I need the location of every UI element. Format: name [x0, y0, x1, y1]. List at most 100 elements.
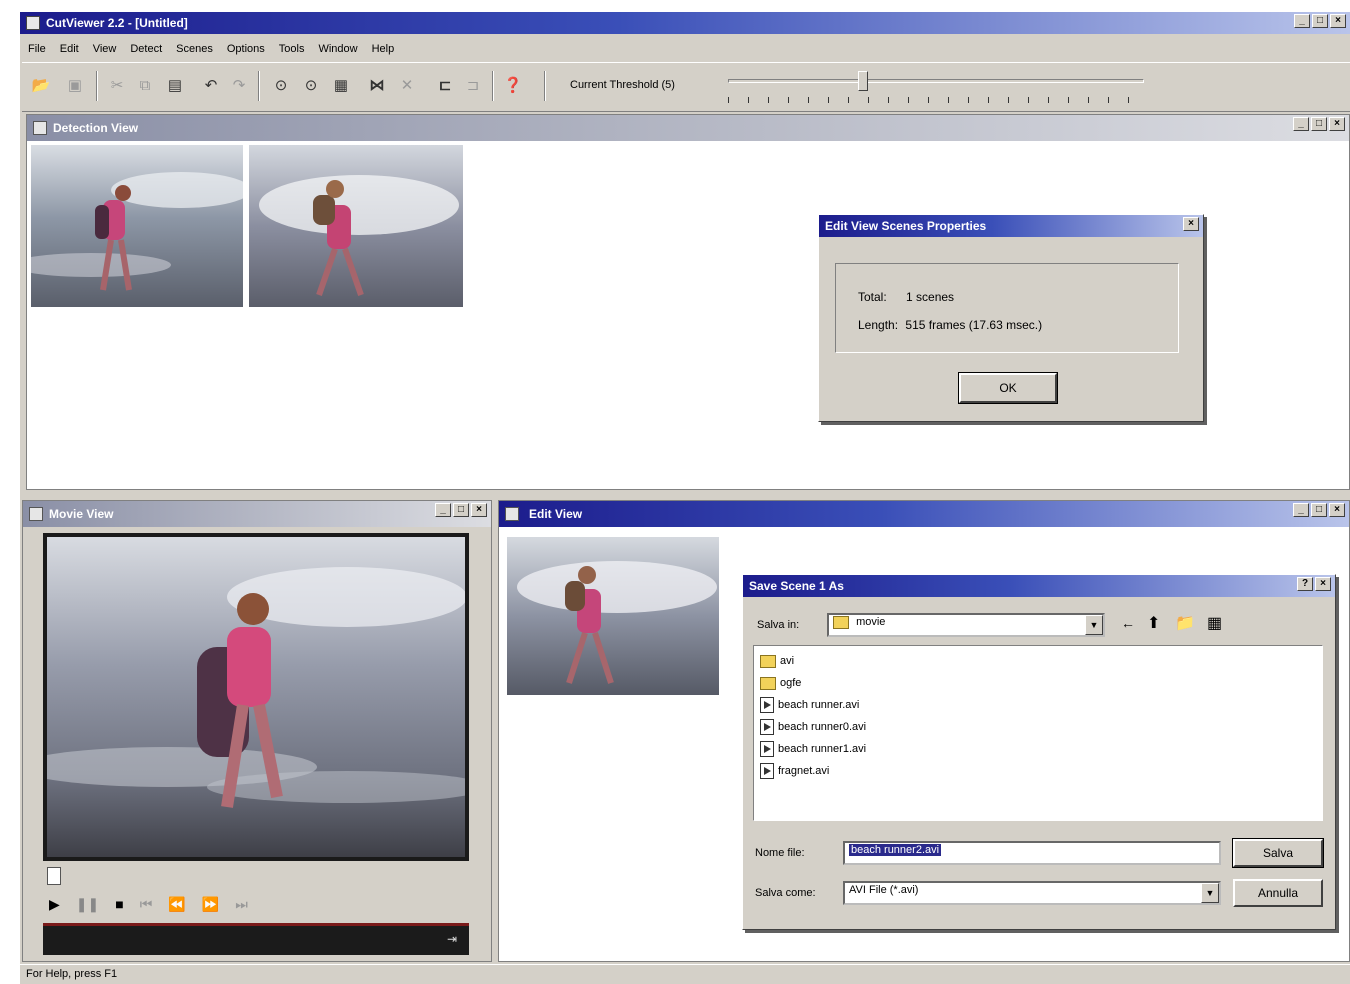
- total-value: 1 scenes: [906, 290, 955, 304]
- threshold-slider[interactable]: [728, 69, 1144, 109]
- menu-view[interactable]: View: [93, 43, 117, 55]
- minimize-icon[interactable]: _: [435, 503, 451, 517]
- detection-view-title-bar[interactable]: Detection View _ □ ×: [27, 115, 1349, 141]
- folder-icon: [760, 654, 776, 668]
- total-row: Total: 1 scenes: [858, 290, 954, 304]
- menu-scenes[interactable]: Scenes: [176, 43, 213, 55]
- movie-view: Movie View _ □ × ▶ ❚❚ ■ ⏮ ⏪ ⏩ ⏭ ⇥: [17, 500, 492, 962]
- maximize-icon[interactable]: □: [453, 503, 469, 517]
- save-dialog: Save Scene 1 As ? × Salva in: movie ▼ ← …: [742, 574, 1336, 930]
- slider-track: [728, 79, 1144, 83]
- close-icon[interactable]: ×: [1329, 503, 1345, 517]
- save-icon[interactable]: ▣: [64, 75, 86, 97]
- status-bar: For Help, press F1: [20, 964, 1350, 984]
- folder-open-icon[interactable]: 📂: [30, 75, 52, 97]
- stop-record-icon[interactable]: ⊙: [300, 75, 322, 97]
- edit-scene-thumbnail-image: [507, 537, 719, 695]
- rewind-icon[interactable]: ⏪: [168, 896, 185, 913]
- length-label: Length:: [858, 318, 899, 332]
- file-list-item[interactable]: fragnet.avi: [760, 760, 1316, 782]
- back-icon[interactable]: ←: [1121, 615, 1135, 631]
- help-icon[interactable]: ?: [1297, 577, 1313, 591]
- slider-thumb[interactable]: [858, 71, 868, 91]
- timeline-end-icon[interactable]: ⇥: [447, 932, 457, 946]
- file-list-item[interactable]: beach runner1.avi: [760, 738, 1316, 760]
- menu-options[interactable]: Options: [227, 43, 265, 55]
- save-in-label: Salva in:: [757, 619, 800, 631]
- close-icon[interactable]: ×: [471, 503, 487, 517]
- help-icon[interactable]: ❓: [502, 75, 524, 97]
- properties-group: Total: 1 scenes Length: 515 frames (17.6…: [835, 263, 1179, 353]
- toolbar-separator: [96, 71, 98, 101]
- maximize-icon[interactable]: □: [1312, 14, 1328, 28]
- cancel-button[interactable]: Annulla: [1233, 879, 1323, 907]
- paste-icon[interactable]: ▤: [164, 75, 186, 97]
- scene-thumbnail[interactable]: [249, 145, 463, 307]
- maximize-icon[interactable]: □: [1311, 117, 1327, 131]
- filename-label: Nome file:: [755, 847, 805, 859]
- view-menu-icon[interactable]: ▦: [1207, 613, 1222, 633]
- edit-view-title-bar[interactable]: Edit View _ □ ×: [499, 501, 1349, 527]
- up-folder-icon[interactable]: ⬆: [1147, 613, 1160, 633]
- file-list-item[interactable]: beach runner.avi: [760, 694, 1316, 716]
- pause-icon[interactable]: ❚❚: [76, 896, 99, 913]
- step-back-icon[interactable]: ⏮: [140, 896, 153, 913]
- new-folder-icon[interactable]: 📁: [1175, 613, 1195, 633]
- close-icon[interactable]: ×: [1315, 577, 1331, 591]
- detect-icon[interactable]: ▦: [330, 75, 352, 97]
- filetype-select[interactable]: AVI File (*.avi) ▼: [843, 881, 1221, 905]
- record-icon[interactable]: ⊙: [270, 75, 292, 97]
- maximize-icon[interactable]: □: [1311, 503, 1327, 517]
- toolbar-separator: [544, 71, 546, 101]
- file-list-item[interactable]: avi: [760, 650, 1316, 672]
- undo-icon[interactable]: ↶: [200, 75, 222, 97]
- timeline-bar[interactable]: ⇥: [43, 923, 469, 955]
- menu-tools[interactable]: Tools: [279, 43, 305, 55]
- chevron-down-icon[interactable]: ▼: [1085, 615, 1103, 635]
- close-icon[interactable]: ×: [1183, 217, 1199, 231]
- properties-dialog-title-bar[interactable]: Edit View Scenes Properties ×: [819, 215, 1203, 237]
- mark-out-icon[interactable]: ⊐: [462, 75, 484, 97]
- app-title-bar[interactable]: CutViewer 2.2 - [Untitled] _ □ ×: [20, 12, 1350, 34]
- scene-thumbnail[interactable]: [31, 145, 243, 307]
- save-button[interactable]: Salva: [1232, 838, 1324, 868]
- save-in-combo[interactable]: movie ▼: [827, 613, 1105, 637]
- minimize-icon[interactable]: _: [1294, 14, 1310, 28]
- fast-forward-icon[interactable]: ⏩: [202, 896, 219, 913]
- edit-scene-thumbnail[interactable]: [507, 537, 719, 695]
- close-icon[interactable]: ×: [1329, 117, 1345, 131]
- step-forward-icon[interactable]: ⏭: [235, 896, 248, 913]
- file-list-item[interactable]: ogfe: [760, 672, 1316, 694]
- position-marker[interactable]: [47, 867, 61, 885]
- minimize-icon[interactable]: _: [1293, 117, 1309, 131]
- menu-help[interactable]: Help: [372, 43, 395, 55]
- menu-file[interactable]: File: [28, 43, 46, 55]
- menu-edit[interactable]: Edit: [60, 43, 79, 55]
- menu-detect[interactable]: Detect: [130, 43, 162, 55]
- play-icon[interactable]: ▶: [49, 896, 60, 913]
- close-icon[interactable]: ×: [1330, 14, 1346, 28]
- minimize-icon[interactable]: _: [1293, 503, 1309, 517]
- folder-icon: [760, 676, 776, 690]
- movie-view-title-bar[interactable]: Movie View _ □ ×: [23, 501, 491, 527]
- properties-dialog-title: Edit View Scenes Properties: [825, 219, 987, 233]
- file-name: fragnet.avi: [778, 765, 830, 777]
- file-list-item[interactable]: beach runner0.avi: [760, 716, 1316, 738]
- stop-icon[interactable]: ■: [115, 896, 123, 912]
- chevron-down-icon[interactable]: ▼: [1201, 883, 1219, 903]
- scene-thumbnail-image: [31, 145, 243, 307]
- filename-input[interactable]: beach runner2.avi: [843, 841, 1221, 865]
- save-dialog-title-bar[interactable]: Save Scene 1 As ? ×: [743, 575, 1335, 597]
- file-list[interactable]: avi ogfe beach runner.avi beach runner0.…: [753, 645, 1323, 821]
- mark-in-icon[interactable]: ⊏: [434, 75, 456, 97]
- status-text: For Help, press F1: [26, 968, 118, 980]
- copy-icon[interactable]: ⧉: [134, 75, 156, 97]
- redo-icon[interactable]: ↷: [228, 75, 250, 97]
- ok-button[interactable]: OK: [958, 372, 1058, 404]
- merge-icon[interactable]: ⋈: [366, 75, 388, 97]
- detection-view-title: Detection View: [53, 121, 139, 135]
- scissors-icon[interactable]: ✂: [106, 75, 128, 97]
- split-icon[interactable]: ✕: [396, 75, 418, 97]
- movie-frame-image: [17, 537, 487, 857]
- menu-window[interactable]: Window: [318, 43, 357, 55]
